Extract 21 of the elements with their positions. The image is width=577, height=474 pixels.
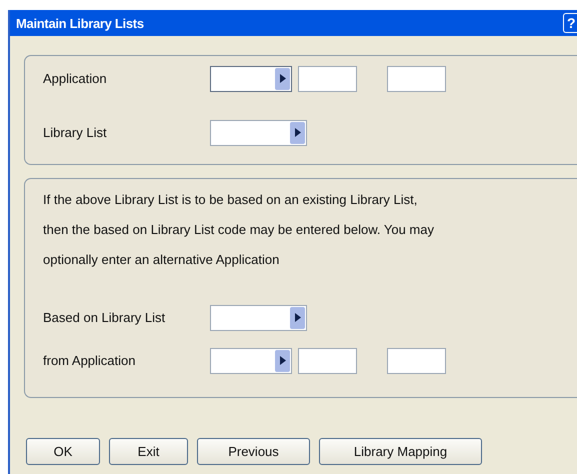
- input-field[interactable]: [298, 348, 357, 374]
- dialog-button[interactable]: Exit: [109, 438, 188, 465]
- input-field[interactable]: [387, 348, 446, 374]
- help-button[interactable]: ?: [563, 13, 577, 33]
- dialog-button[interactable]: Previous: [197, 438, 310, 465]
- field-label: Library List: [43, 125, 108, 140]
- dialog-button[interactable]: OK: [26, 438, 100, 465]
- instruction-text: then the based on Library List code may be entered below. You may: [43, 221, 435, 239]
- input-field[interactable]: [298, 66, 357, 92]
- instruction-text: optionally enter an alternative Application: [43, 251, 280, 269]
- lookup-field[interactable]: [210, 120, 307, 146]
- field-label: Application: [43, 71, 108, 86]
- input-field[interactable]: [387, 66, 446, 92]
- field-label: Based on Library List: [43, 310, 166, 325]
- lookup-field[interactable]: [210, 66, 292, 92]
- lookup-field[interactable]: [210, 304, 307, 330]
- instruction-text: If the above Library List is to be based on an existing Library List,: [43, 191, 418, 209]
- lookup-field[interactable]: [210, 348, 292, 374]
- window-title: Maintain Library Lists: [15, 16, 144, 30]
- field-label: from Application: [43, 353, 136, 368]
- dialog-button[interactable]: Library Mapping: [319, 438, 482, 465]
